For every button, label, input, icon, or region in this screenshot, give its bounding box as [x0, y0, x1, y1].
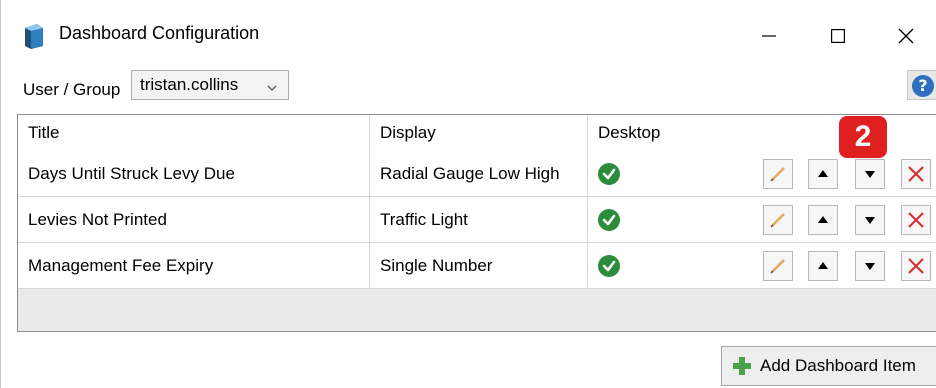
database-icon: [23, 22, 45, 50]
delete-button[interactable]: [901, 251, 931, 281]
move-down-button[interactable]: [855, 251, 885, 281]
check-icon: [598, 255, 620, 277]
window-title: Dashboard Configuration: [59, 23, 260, 43]
pencil-icon: [770, 213, 785, 228]
delete-x-icon: [908, 258, 924, 274]
arrow-up-icon: [818, 216, 828, 223]
row-display: Radial Gauge Low High: [370, 151, 588, 196]
table-row[interactable]: Levies Not Printed Traffic Light: [18, 197, 936, 243]
chevron-down-icon: [266, 79, 278, 99]
delete-x-icon: [908, 212, 924, 228]
minimize-button[interactable]: [746, 14, 792, 58]
column-header-title[interactable]: Title: [18, 115, 370, 151]
column-header-display[interactable]: Display: [370, 115, 588, 151]
arrow-down-icon: [865, 263, 875, 270]
close-icon: [898, 28, 914, 44]
step-number-badge: 2: [839, 116, 887, 158]
arrow-down-icon: [865, 217, 875, 224]
row-title: Days Until Struck Levy Due: [18, 151, 370, 196]
help-button[interactable]: ?: [907, 70, 936, 100]
maximize-button[interactable]: [815, 14, 861, 58]
plus-icon: [732, 356, 752, 376]
delete-button[interactable]: [901, 159, 931, 189]
minimize-icon: [762, 35, 776, 37]
row-title: Levies Not Printed: [18, 197, 370, 242]
arrow-up-icon: [818, 262, 828, 269]
check-icon: [598, 163, 620, 185]
user-group-value: tristan.collins: [140, 75, 239, 94]
row-title: Management Fee Expiry: [18, 243, 370, 288]
add-dashboard-item-label: Add Dashboard Item: [760, 356, 916, 375]
edit-button[interactable]: [763, 251, 793, 281]
move-up-button[interactable]: [808, 205, 838, 235]
table-row[interactable]: Days Until Struck Levy Due Radial Gauge …: [18, 151, 936, 197]
row-display: Traffic Light: [370, 197, 588, 242]
edit-button[interactable]: [763, 159, 793, 189]
user-group-label: User / Group: [23, 80, 121, 99]
dashboard-configuration-window: Dashboard Configuration User / Group tri…: [0, 0, 936, 388]
user-group-select[interactable]: tristan.collins: [131, 70, 289, 100]
grid-header: Title Display Desktop: [18, 115, 936, 152]
pencil-icon: [770, 259, 785, 274]
delete-button[interactable]: [901, 205, 931, 235]
dashboard-items-grid: Title Display Desktop Days Until Struck …: [17, 114, 936, 332]
row-display: Single Number: [370, 243, 588, 288]
arrow-down-icon: [865, 171, 875, 178]
help-icon: ?: [912, 75, 934, 97]
move-down-button[interactable]: [855, 205, 885, 235]
arrow-up-icon: [818, 170, 828, 177]
close-button[interactable]: [883, 14, 929, 58]
check-icon: [598, 209, 620, 231]
move-up-button[interactable]: [808, 159, 838, 189]
pencil-icon: [770, 167, 785, 182]
maximize-icon: [831, 29, 845, 43]
move-up-button[interactable]: [808, 251, 838, 281]
title-bar: Dashboard Configuration: [1, 0, 936, 72]
delete-x-icon: [908, 166, 924, 182]
edit-button[interactable]: [763, 205, 793, 235]
add-dashboard-item-button[interactable]: Add Dashboard Item: [721, 346, 936, 386]
table-row[interactable]: Management Fee Expiry Single Number: [18, 243, 936, 289]
move-down-button[interactable]: [855, 159, 885, 189]
